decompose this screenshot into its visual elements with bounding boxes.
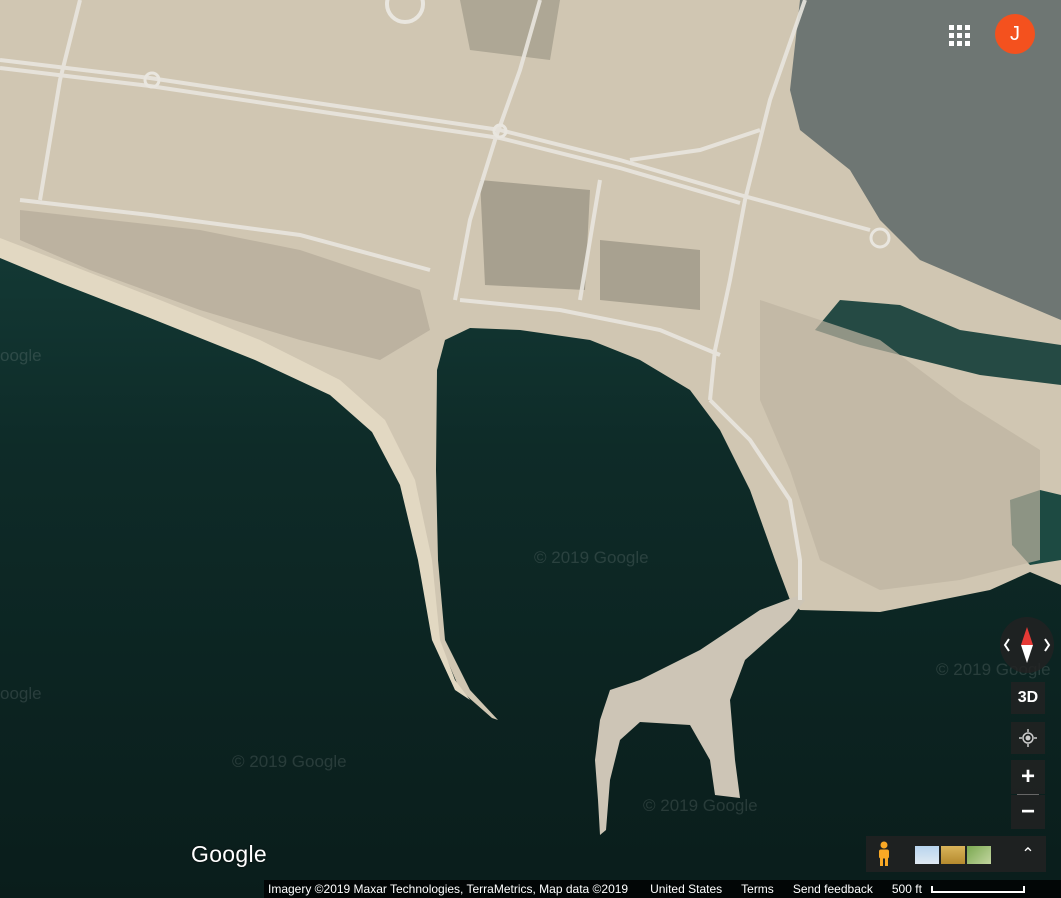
terms-link[interactable]: Terms	[741, 882, 774, 896]
layer-thumbnail-terrain[interactable]	[941, 846, 965, 864]
scale-bar[interactable]: 500 ft	[891, 882, 1026, 896]
map-canvas[interactable]: © 2019 Google © 2019 Google © 2019 Googl…	[0, 0, 1061, 898]
my-location-icon	[1019, 729, 1037, 747]
watermark: © 2019 Google	[232, 752, 347, 771]
scale-label: 500 ft	[891, 882, 922, 896]
watermark: © 2019 Google	[643, 796, 758, 815]
compass-control[interactable]	[1000, 617, 1054, 673]
attribution-text: Imagery ©2019 Maxar Technologies, TerraM…	[268, 882, 629, 896]
send-feedback-link[interactable]: Send feedback	[793, 882, 873, 896]
expand-imagery-button[interactable]: ⌃	[1015, 836, 1041, 872]
satellite-imagery	[0, 0, 1061, 898]
map-footer: Imagery ©2019 Maxar Technologies, TerraM…	[264, 880, 1061, 898]
three-d-button[interactable]: 3D	[1011, 682, 1045, 714]
scale-bar-graphic	[931, 886, 1026, 893]
layer-thumbnail-satellite[interactable]	[915, 846, 939, 864]
watermark: oogle	[0, 346, 42, 365]
pegman-button[interactable]	[866, 836, 902, 872]
compass-icon	[1003, 627, 1051, 663]
zoom-out-button[interactable]: −	[1011, 795, 1045, 829]
layer-thumbnail-map[interactable]	[967, 846, 991, 864]
pegman-icon	[879, 841, 889, 866]
watermark: oogle	[0, 684, 42, 703]
apps-grid-icon[interactable]	[944, 20, 974, 50]
watermark: © 2019 Google	[534, 548, 649, 567]
google-logo: Google	[191, 841, 267, 867]
account-avatar[interactable]: J	[995, 14, 1035, 54]
country-link[interactable]: United States	[650, 882, 722, 896]
zoom-in-button[interactable]: +	[1011, 760, 1045, 794]
my-location-button[interactable]	[1011, 722, 1045, 754]
